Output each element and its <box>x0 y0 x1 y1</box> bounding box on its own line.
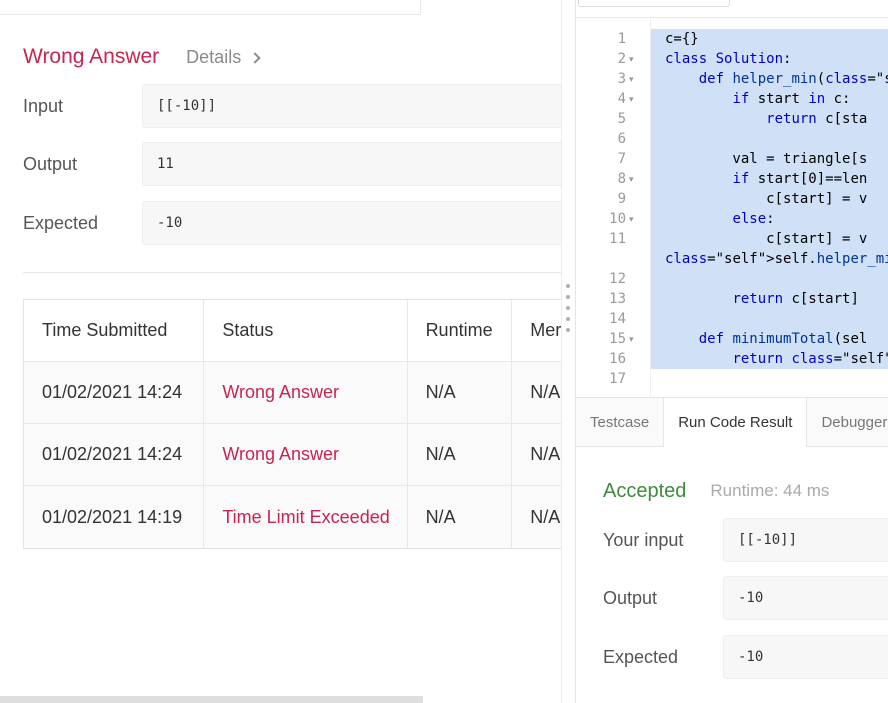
row-time: 01/02/2021 14:24 <box>24 424 205 485</box>
your-input-row: Your input [[-10]] <box>603 518 888 562</box>
code-line: return c[sta <box>766 111 868 127</box>
fold-arrow-icon[interactable]: ▾ <box>629 329 634 349</box>
row-time: 01/02/2021 14:19 <box>24 486 205 548</box>
divider <box>23 272 561 273</box>
your-input-label: Your input <box>603 529 684 550</box>
line-number: 15 <box>609 331 626 347</box>
line-number: 1 <box>617 31 626 47</box>
header-memory[interactable]: Mer <box>512 300 561 361</box>
header-status[interactable]: Status <box>204 300 408 361</box>
tab-testcase[interactable]: Testcase <box>576 398 665 447</box>
language-select[interactable] <box>578 0 730 7</box>
row-runtime: N/A <box>408 362 513 423</box>
submission-history-table: Time Submitted Status Runtime Mer 01/02/… <box>23 299 561 549</box>
run-expected-value: -10 <box>723 635 888 679</box>
expected-value: -10 <box>142 201 561 245</box>
run-runtime: Runtime: 44 ms <box>710 481 830 500</box>
run-expected-label: Expected <box>603 646 679 667</box>
tab-run-code-result[interactable]: Run Code Result <box>664 398 808 447</box>
line-number: 17 <box>609 371 626 387</box>
row-memory: N/A <box>530 444 561 464</box>
details-label: Details <box>186 46 242 67</box>
header-runtime[interactable]: Runtime <box>408 300 513 361</box>
row-status-link[interactable]: Time Limit Exceeded <box>204 486 408 548</box>
app-root: Wrong Answer Details Input [[-10]] Outpu… <box>0 0 888 703</box>
code-line: if start in c: <box>732 91 851 107</box>
row-time: 01/02/2021 14:24 <box>24 362 205 423</box>
header-time-submitted[interactable]: Time Submitted <box>24 300 205 361</box>
code-line: c={} <box>665 31 699 47</box>
line-number: 7 <box>617 151 626 167</box>
top-toolbar <box>0 0 421 15</box>
table-row[interactable]: 01/02/2021 14:19 Time Limit Exceeded N/A… <box>24 486 561 548</box>
run-output-row: Output -10 <box>603 576 888 620</box>
row-runtime: N/A <box>408 486 513 548</box>
line-number: 14 <box>609 311 626 327</box>
code-line: return class="self">self.help <box>732 351 888 367</box>
output-label: Output <box>23 153 78 174</box>
row-status-link[interactable]: Wrong Answer <box>204 362 408 423</box>
output-row: Output 11 <box>23 142 561 186</box>
pane-splitter[interactable] <box>561 0 575 703</box>
fold-arrow-icon[interactable]: ▾ <box>629 209 634 229</box>
fold-arrow-icon[interactable]: ▾ <box>629 89 634 109</box>
fold-arrow-icon[interactable]: ▾ <box>629 49 634 69</box>
result-header: Wrong Answer Details <box>23 43 261 71</box>
line-number: 10 <box>609 211 626 227</box>
code-line: class="self">self.helper_min(triangle <box>665 251 888 267</box>
fold-arrow-icon[interactable]: ▾ <box>629 169 634 189</box>
input-label: Input <box>23 95 64 116</box>
submission-pane: Wrong Answer Details Input [[-10]] Outpu… <box>0 0 561 703</box>
run-output-value: -10 <box>723 576 888 620</box>
table-header-row: Time Submitted Status Runtime Mer <box>24 300 561 362</box>
code-line: c[start] = v <box>665 191 868 207</box>
expected-label: Expected <box>23 212 99 233</box>
run-output-label: Output <box>603 587 658 608</box>
code-line: return c[start] <box>732 291 859 307</box>
run-result-header: Accepted Runtime: 44 ms <box>603 478 829 504</box>
output-value: 11 <box>142 142 561 186</box>
line-number: 13 <box>609 291 626 307</box>
line-number: 9 <box>617 191 626 207</box>
line-number: 12 <box>609 271 626 287</box>
editor-pane: 1 c={} 2 ▾ class Solution: 3 ▾ def helper_min(… <box>575 0 888 703</box>
drag-handle-icon[interactable] <box>566 284 570 339</box>
table-row[interactable]: 01/02/2021 14:24 Wrong Answer N/A N/A <box>24 362 561 424</box>
line-number: 6 <box>617 131 626 147</box>
code-editor[interactable]: 1 c={} 2 ▾ class Solution: 3 ▾ def helper_min(… <box>576 17 888 398</box>
tab-debugger[interactable]: Debugger <box>807 398 888 447</box>
run-status: Accepted <box>603 479 687 502</box>
row-memory: N/A <box>530 506 561 527</box>
fold-arrow-icon[interactable]: ▾ <box>629 69 634 89</box>
horizontal-scrollbar[interactable] <box>0 696 423 703</box>
your-input-value: [[-10]] <box>723 518 888 562</box>
code-line: c[start] = v <box>665 231 868 247</box>
row-runtime: N/A <box>408 424 513 485</box>
line-number: 4 <box>617 91 626 107</box>
code-line: class Solution: <box>665 51 792 67</box>
line-number: 5 <box>617 111 626 127</box>
code-line: val = triangle[s <box>665 151 868 167</box>
line-number: 16 <box>609 351 626 367</box>
row-memory: N/A <box>530 382 561 402</box>
expected-row: Expected -10 <box>23 201 561 245</box>
code-line: if start[0]==len <box>732 171 868 187</box>
row-status-link[interactable]: Wrong Answer <box>204 424 408 485</box>
line-number: 11 <box>609 231 626 247</box>
input-row: Input [[-10]] <box>23 84 561 128</box>
run-expected-row: Expected -10 <box>603 635 888 679</box>
line-number: 2 <box>617 51 626 67</box>
code-line: def helper_min(class="self">self, <box>698 71 888 87</box>
line-number: 8 <box>617 171 626 187</box>
console-tabs: Testcase Run Code Result Debugger <box>576 397 888 447</box>
result-title: Wrong Answer <box>23 45 160 68</box>
code-line: def minimumTotal(sel <box>698 331 868 347</box>
line-number: 3 <box>617 71 626 87</box>
line-number <box>576 249 626 269</box>
details-link[interactable]: Details <box>186 46 261 68</box>
code-line: else: <box>732 211 775 227</box>
table-row[interactable]: 01/02/2021 14:24 Wrong Answer N/A N/A <box>24 424 561 486</box>
chevron-right-icon <box>249 52 261 64</box>
input-value: [[-10]] <box>142 84 561 128</box>
